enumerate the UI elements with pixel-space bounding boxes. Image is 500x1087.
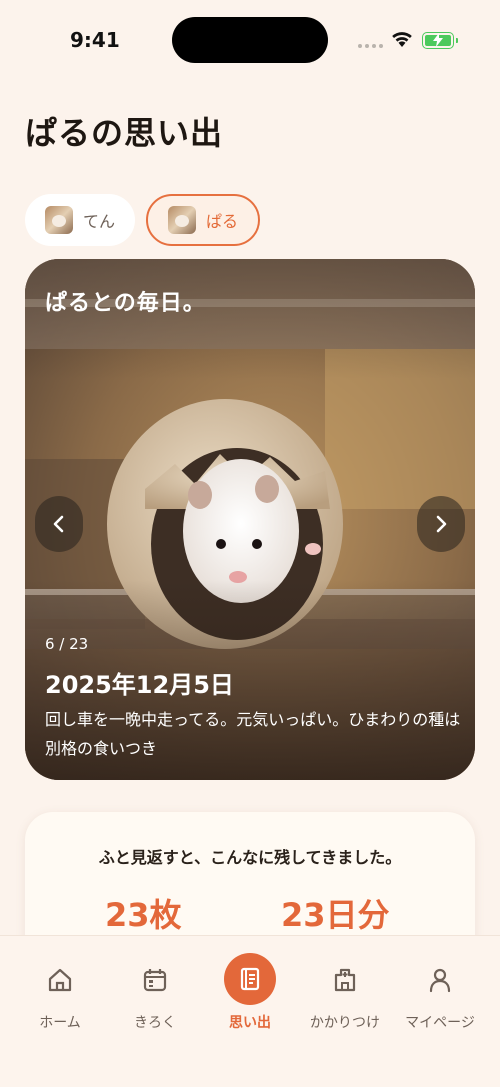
photo-caption: 回し車を一晩中走ってる。元気いっぱい。ひまわりの種は別格の食いつき (45, 710, 461, 758)
status-time: 9:41 (70, 28, 120, 52)
pet-chip-label: てん (83, 212, 116, 231)
tab-label: きろく (134, 1015, 176, 1031)
signal-icon (358, 44, 383, 48)
pet-avatar (168, 206, 197, 234)
photos-count: 23枚 (105, 896, 182, 934)
dynamic-island (172, 17, 328, 63)
status-bar: 9:41 (0, 0, 500, 80)
tab-home[interactable]: ホーム (10, 936, 110, 1046)
tab-label: かかりつけ (309, 1015, 381, 1031)
wifi-icon (392, 32, 412, 47)
photo-date: 2025年12月5日 (45, 671, 234, 699)
summary-text: ふと見返すと、こんなに残してきました。 (98, 848, 402, 867)
chevron-right-icon (436, 515, 447, 533)
pet-chip-ten[interactable]: てん (25, 194, 136, 246)
pet-chip-paru[interactable]: ぱる (146, 194, 261, 246)
tab-label: 思い出 (229, 1015, 271, 1031)
previous-photo-button[interactable] (35, 496, 83, 552)
page-title: ぱるの思い出 (25, 114, 224, 152)
next-photo-button[interactable] (417, 496, 465, 552)
hospital-icon (329, 954, 361, 1006)
chevron-left-icon (53, 515, 64, 533)
home-icon (44, 954, 76, 1006)
tab-mypage[interactable]: マイページ (390, 936, 490, 1046)
tab-label: マイページ (405, 1015, 475, 1031)
pet-avatar (45, 206, 73, 234)
album-icon (224, 953, 276, 1005)
tab-memories[interactable]: 思い出 (200, 936, 300, 1046)
photo-carousel[interactable]: ぱるとの毎日。 6 / 23 2025年12月5日 回し車を一晩中走ってる。元気… (25, 259, 475, 780)
calendar-icon (139, 954, 171, 1006)
tab-clinic[interactable]: かかりつけ (295, 936, 395, 1046)
pet-selector: てん ぱる (25, 194, 261, 246)
photo-card-title: ぱるとの毎日。 (45, 291, 206, 316)
battery-icon (422, 32, 458, 49)
tab-records[interactable]: きろく (105, 936, 205, 1046)
photo-counter: 6 / 23 (45, 635, 89, 653)
tab-label: ホーム (39, 1015, 81, 1031)
days-count: 23日分 (281, 896, 390, 934)
pet-chip-label: ぱる (206, 212, 239, 231)
tab-bar: ホーム きろく 思い出 かかりつけ マイページ (0, 935, 500, 1087)
user-icon (424, 954, 456, 1006)
